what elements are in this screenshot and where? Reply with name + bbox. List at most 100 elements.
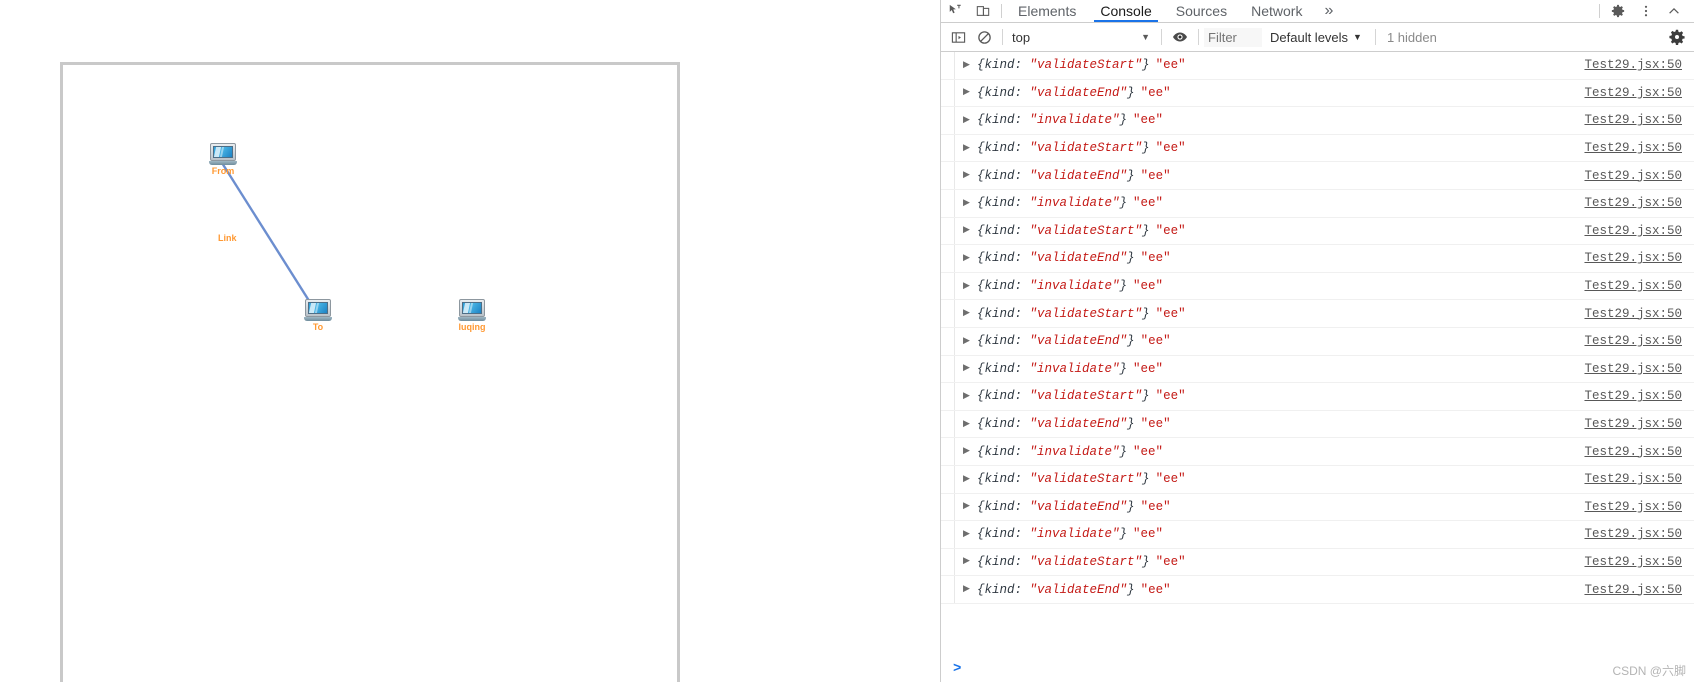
console-message-row[interactable]: ▶ {kind: "validateEnd"} "ee" Test29.jsx:50 bbox=[941, 162, 1694, 190]
expand-triangle-icon[interactable]: ▶ bbox=[963, 585, 976, 594]
expand-triangle-icon[interactable]: ▶ bbox=[963, 115, 976, 125]
console-message-row[interactable]: ▶ {kind: "invalidate"} "ee" Test29.jsx:50 bbox=[941, 272, 1694, 301]
console-row-gutter bbox=[941, 52, 955, 79]
console-source-link[interactable]: Test29.jsx:50 bbox=[1584, 224, 1682, 238]
expand-triangle-icon[interactable]: ▶ bbox=[963, 364, 976, 373]
console-message-row[interactable]: ▶ {kind: "validateEnd"} "ee" Test29.jsx:50 bbox=[941, 576, 1694, 604]
device-toolbar-icon[interactable] bbox=[969, 0, 997, 22]
tab-elements[interactable]: Elements bbox=[1006, 0, 1088, 22]
console-settings-gear-icon[interactable] bbox=[1664, 25, 1690, 49]
execution-context-select[interactable]: top ▼ bbox=[1008, 30, 1156, 45]
expand-triangle-icon[interactable]: ▶ bbox=[963, 60, 976, 70]
gear-icon[interactable] bbox=[1604, 4, 1632, 18]
console-message-row[interactable]: ▶ {kind: "validateStart"} "ee" Test29.jsx:5… bbox=[941, 383, 1694, 411]
kebab-menu-icon[interactable] bbox=[1632, 4, 1660, 18]
tab-sources[interactable]: Sources bbox=[1164, 0, 1239, 22]
console-message-row[interactable]: ▶ {kind: "validateStart"} "ee" Test29.jsx:5… bbox=[941, 134, 1694, 163]
diagram-node-from[interactable]: From bbox=[200, 143, 246, 177]
console-source-link[interactable]: Test29.jsx:50 bbox=[1584, 417, 1682, 431]
expand-triangle-icon[interactable]: ▶ bbox=[963, 281, 976, 291]
console-source-link[interactable]: Test29.jsx:50 bbox=[1584, 141, 1682, 155]
clear-console-icon[interactable] bbox=[971, 25, 997, 49]
expand-triangle-icon[interactable]: ▶ bbox=[963, 529, 976, 539]
hidden-messages-count[interactable]: 1 hidden bbox=[1381, 30, 1443, 45]
expand-triangle-icon[interactable]: ▶ bbox=[963, 474, 976, 484]
console-message-row[interactable]: ▶ {kind: "validateStart"} "ee" Test29.jsx:5… bbox=[941, 465, 1694, 494]
filter-input[interactable] bbox=[1204, 27, 1262, 47]
console-source-link[interactable]: Test29.jsx:50 bbox=[1584, 169, 1682, 183]
console-message-row[interactable]: ▶ {kind: "validateStart"} "ee" Test29.jsx:5… bbox=[941, 217, 1694, 246]
console-message-row[interactable]: ▶ {kind: "invalidate"} "ee" Test29.jsx:50 bbox=[941, 438, 1694, 466]
console-source-link[interactable]: Test29.jsx:50 bbox=[1584, 86, 1682, 100]
expand-triangle-icon[interactable]: ▶ bbox=[963, 447, 976, 456]
console-message-kind: "validateEnd" bbox=[1029, 85, 1128, 100]
console-row-gutter bbox=[941, 410, 955, 438]
tab-network[interactable]: Network bbox=[1239, 0, 1314, 22]
console-message-row[interactable]: ▶ {kind: "validateEnd"} "ee" Test29.jsx:50 bbox=[941, 327, 1694, 356]
console-message-row[interactable]: ▶ {kind: "validateEnd"} "ee" Test29.jsx:50 bbox=[941, 410, 1694, 439]
console-message-row[interactable]: ▶ {kind: "validateEnd"} "ee" Test29.jsx:50 bbox=[941, 79, 1694, 108]
expand-triangle-icon[interactable]: ▶ bbox=[963, 198, 976, 208]
console-source-link[interactable]: Test29.jsx:50 bbox=[1584, 113, 1682, 127]
object-open-brace: {kind: bbox=[977, 58, 1030, 73]
tab-network-label: Network bbox=[1251, 3, 1303, 19]
console-row-gutter bbox=[941, 355, 955, 383]
console-source-link[interactable]: Test29.jsx:50 bbox=[1584, 334, 1682, 348]
object-close-brace: } bbox=[1127, 582, 1135, 597]
console-source-link[interactable]: Test29.jsx:50 bbox=[1584, 251, 1682, 265]
console-message-text: "ee" bbox=[1155, 306, 1186, 321]
expand-triangle-icon[interactable]: ▶ bbox=[963, 226, 976, 235]
console-message-row[interactable]: ▶ {kind: "validateEnd"} "ee" Test29.jsx:50 bbox=[941, 245, 1694, 273]
expand-triangle-icon[interactable]: ▶ bbox=[963, 171, 976, 180]
console-message-row[interactable]: ▶ {kind: "validateStart"} "ee" Test29.jsx:5… bbox=[941, 300, 1694, 328]
console-source-link[interactable]: Test29.jsx:50 bbox=[1584, 527, 1682, 541]
more-tabs-icon[interactable]: » bbox=[1314, 0, 1343, 22]
console-source-link[interactable]: Test29.jsx:50 bbox=[1584, 196, 1682, 210]
console-message-row[interactable]: ▶ {kind: "validateStart"} "ee" Test29.jsx:5… bbox=[941, 52, 1694, 80]
console-message-text: "ee" bbox=[1133, 196, 1164, 211]
console-source-link[interactable]: Test29.jsx:50 bbox=[1584, 472, 1682, 486]
more-tabs-label: » bbox=[1324, 2, 1334, 19]
console-message-kind: "validateStart" bbox=[1029, 306, 1143, 321]
console-row-gutter bbox=[941, 438, 955, 465]
console-message-object: {kind: "validateStart"} bbox=[977, 555, 1150, 569]
console-source-link[interactable]: Test29.jsx:50 bbox=[1584, 500, 1682, 514]
console-source-link[interactable]: Test29.jsx:50 bbox=[1584, 362, 1682, 376]
console-source-link[interactable]: Test29.jsx:50 bbox=[1584, 279, 1682, 293]
console-source-link[interactable]: Test29.jsx:50 bbox=[1584, 445, 1682, 459]
expand-triangle-icon[interactable]: ▶ bbox=[963, 336, 976, 346]
diagram-node-luqing[interactable]: luqing bbox=[449, 299, 495, 333]
object-close-brace: } bbox=[1127, 251, 1135, 266]
console-message-list[interactable]: ▶ {kind: "validateStart"} "ee" Test29.jsx:5… bbox=[941, 52, 1694, 656]
console-row-gutter bbox=[941, 134, 955, 162]
console-message-row[interactable]: ▶ {kind: "validateStart"} "ee" Test29.jsx:5… bbox=[941, 548, 1694, 577]
expand-triangle-icon[interactable]: ▶ bbox=[963, 253, 976, 263]
console-prompt[interactable]: > bbox=[941, 656, 1694, 682]
console-source-link[interactable]: Test29.jsx:50 bbox=[1584, 583, 1682, 597]
expand-triangle-icon[interactable]: ▶ bbox=[963, 502, 976, 511]
console-source-link[interactable]: Test29.jsx:50 bbox=[1584, 555, 1682, 569]
diagram-node-to[interactable]: To bbox=[295, 299, 341, 333]
expand-triangle-icon[interactable]: ▶ bbox=[963, 143, 976, 153]
expand-triangle-icon[interactable]: ▶ bbox=[963, 419, 976, 429]
expand-triangle-icon[interactable]: ▶ bbox=[963, 309, 976, 318]
expand-triangle-icon[interactable]: ▶ bbox=[963, 88, 976, 97]
console-message-row[interactable]: ▶ {kind: "invalidate"} "ee" Test29.jsx:50 bbox=[941, 355, 1694, 384]
tab-console[interactable]: Console bbox=[1088, 0, 1163, 22]
console-sidebar-icon[interactable] bbox=[945, 25, 971, 49]
console-source-link[interactable]: Test29.jsx:50 bbox=[1584, 58, 1682, 72]
expand-triangle-icon[interactable]: ▶ bbox=[963, 557, 976, 566]
chevron-up-icon[interactable] bbox=[1660, 4, 1688, 18]
console-message-row[interactable]: ▶ {kind: "invalidate"} "ee" Test29.jsx:50 bbox=[941, 107, 1694, 135]
expand-triangle-icon[interactable]: ▶ bbox=[963, 391, 976, 401]
console-message-row[interactable]: ▶ {kind: "invalidate"} "ee" Test29.jsx:50 bbox=[941, 521, 1694, 549]
console-source-link[interactable]: Test29.jsx:50 bbox=[1584, 307, 1682, 321]
console-message-kind: "invalidate" bbox=[1029, 279, 1120, 294]
live-expression-eye-icon[interactable] bbox=[1167, 25, 1193, 49]
console-message-row[interactable]: ▶ {kind: "validateEnd"} "ee" Test29.jsx:50 bbox=[941, 493, 1694, 522]
log-levels-select[interactable]: Default levels ▼ bbox=[1262, 30, 1370, 45]
console-message-row[interactable]: ▶ {kind: "invalidate"} "ee" Test29.jsx:50 bbox=[941, 189, 1694, 218]
console-source-link[interactable]: Test29.jsx:50 bbox=[1584, 389, 1682, 403]
inspect-cursor-icon[interactable] bbox=[941, 0, 969, 22]
diagram-canvas[interactable]: Link From To luqing bbox=[60, 62, 680, 682]
